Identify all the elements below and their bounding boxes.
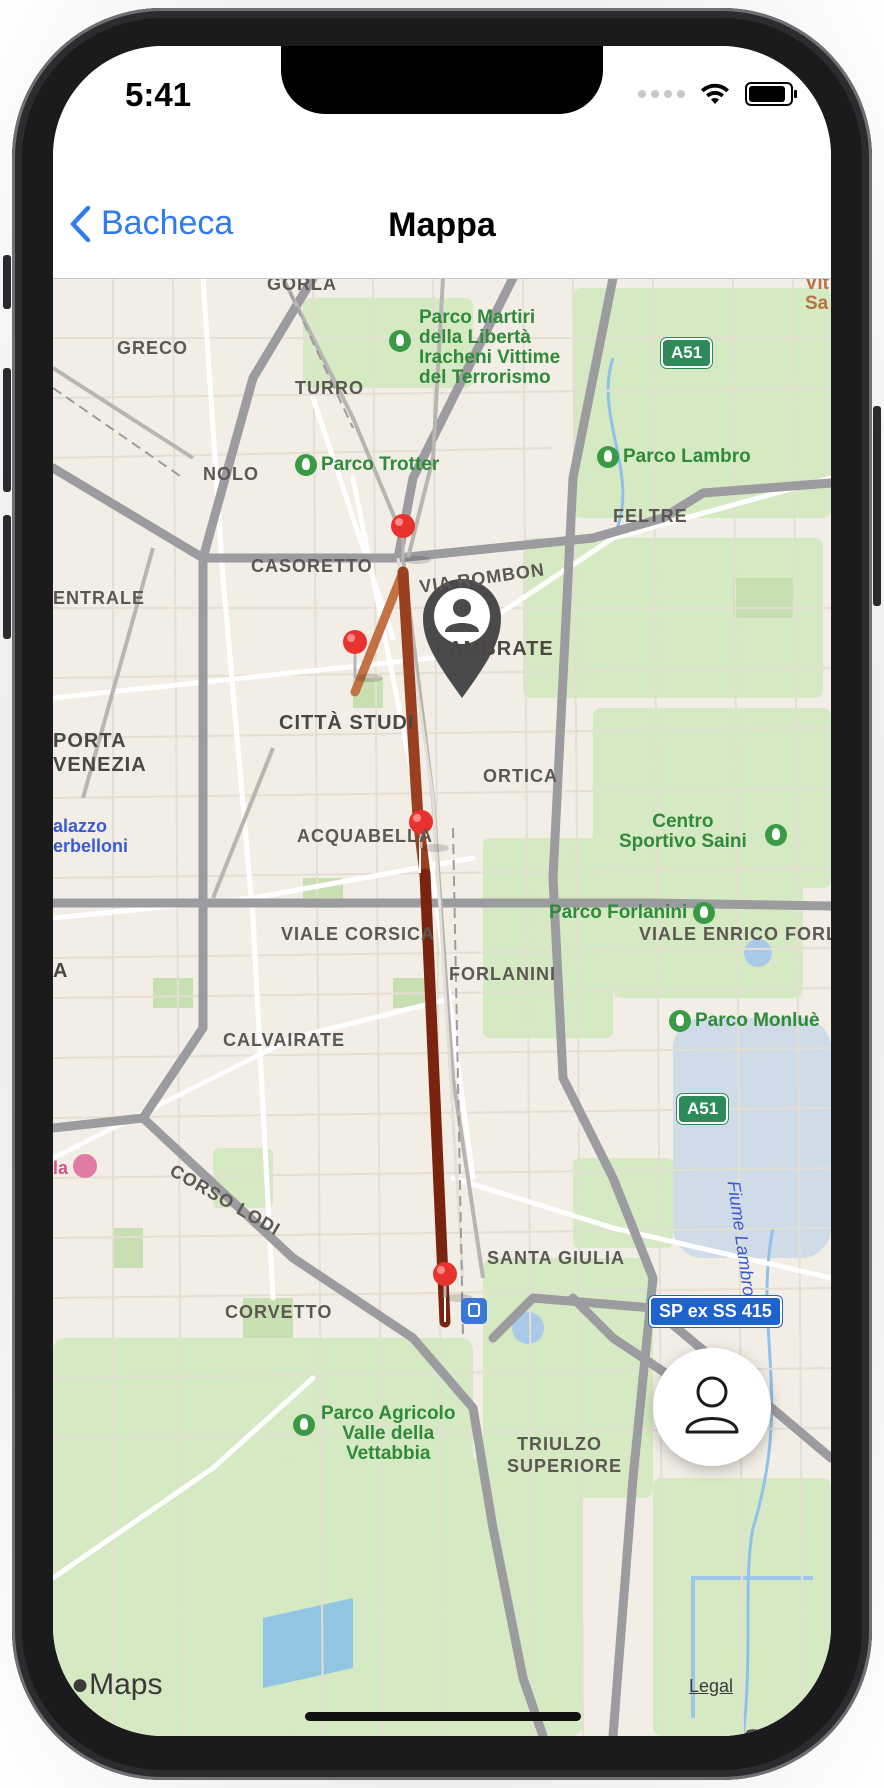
legal-link[interactable]: Legal: [689, 1676, 733, 1697]
page-title: Mappa: [388, 206, 496, 244]
park-label: Parco Monluè: [669, 1010, 820, 1032]
user-location-button[interactable]: [653, 1348, 771, 1466]
district-label: CORVETTO: [225, 1302, 333, 1322]
district-label: SUPERIORE: [507, 1456, 623, 1476]
park-icon: [295, 454, 317, 476]
district-label: CASORETTO: [251, 556, 373, 576]
district-label: ENTRALE: [53, 588, 145, 608]
park-label: Parco Trotter: [295, 454, 439, 476]
district-label: CALVAIRATE: [223, 1030, 345, 1050]
road-shield: SP ex SS 415: [649, 1296, 782, 1327]
street-label: VIALE CORSICA: [281, 924, 436, 944]
park-label: Parco Lambro: [597, 446, 751, 468]
district-label: TURRO: [295, 378, 364, 398]
wifi-icon: [701, 83, 729, 104]
map-view[interactable]: GORLA GRECO TURRO NOLO CASORETTO ENTRALE…: [53, 274, 831, 1736]
maps-logo: ●Maps: [71, 1668, 163, 1701]
volume-up-button: [3, 368, 11, 492]
battery-icon: [745, 82, 797, 106]
screen: 5:41 Bacheca Mappa GORLA GRECO TURRO NOL…: [53, 46, 831, 1736]
district-label: GRECO: [117, 338, 189, 358]
district-label: ACQUABELLA: [297, 826, 433, 846]
signal-icon: [638, 90, 685, 98]
navigation-bar: Bacheca Mappa: [53, 174, 831, 279]
district-label: FORLANINI: [449, 964, 556, 984]
highway-shield: A51: [677, 1094, 729, 1124]
sports-icon: [765, 824, 787, 846]
home-indicator: [305, 1712, 581, 1721]
district-label: CITTÀ STUDI: [279, 712, 415, 734]
park-icon: [597, 446, 619, 468]
street-label: VIALE ENRICO FORLA: [639, 924, 831, 944]
park-icon: [293, 1414, 315, 1436]
page: 5:41 Bacheca Mappa GORLA GRECO TURRO NOL…: [0, 0, 884, 1788]
map-canvas: [53, 278, 831, 1736]
poi-label: Vit Sa: [805, 273, 829, 314]
park-label: Parco Martiri della Libertà Iracheni Vit…: [419, 307, 561, 388]
park-icon: [692, 902, 715, 924]
district-label: SANTA GIULIA: [487, 1248, 625, 1268]
poi-label: erbelloni: [53, 836, 129, 856]
train-station-icon[interactable]: [461, 1298, 487, 1324]
park-icon: [389, 330, 411, 352]
apple-icon: ●: [71, 1668, 90, 1701]
poi-label: la: [53, 1158, 69, 1178]
park-label: Centro Sportivo Saini: [619, 811, 747, 852]
park-label: Parco Agricolo Valle della Vettabbia: [321, 1403, 456, 1464]
mute-switch: [3, 255, 11, 309]
park-icon: [669, 1010, 691, 1032]
poi-label: alazzo: [53, 816, 108, 836]
park-label: Parco Forlanini: [549, 902, 719, 924]
district-label: FELTRE: [613, 506, 688, 526]
district-label: ORTICA: [483, 766, 558, 786]
volume-down-button: [3, 515, 11, 639]
power-button: [873, 406, 881, 606]
district-label: San: [743, 1724, 796, 1736]
district-label: NOLO: [203, 464, 259, 484]
notch: [281, 46, 603, 114]
museum-icon: [73, 1154, 97, 1178]
district-label: LAMBRATE: [435, 638, 554, 660]
status-time: 5:41: [125, 76, 192, 113]
district-label: VENEZIA: [53, 754, 147, 776]
district-label: A: [53, 960, 69, 982]
status-icons: [638, 82, 797, 106]
person-icon: [685, 1376, 739, 1434]
highway-shield: A51: [661, 338, 713, 368]
district-label: PORTA: [53, 730, 127, 752]
district-label: TRIULZO: [517, 1434, 602, 1454]
